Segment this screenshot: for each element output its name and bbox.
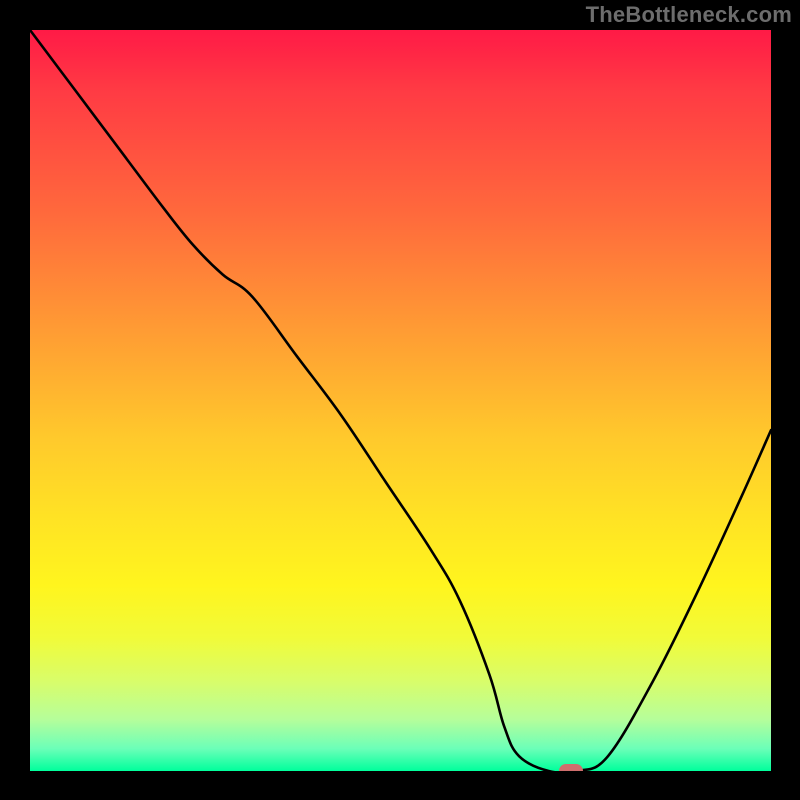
curve-line — [30, 30, 771, 771]
chart-stage: TheBottleneck.com — [0, 0, 800, 800]
watermark-text: TheBottleneck.com — [586, 2, 792, 28]
plot-area — [30, 30, 771, 771]
selected-point-marker — [559, 764, 583, 771]
